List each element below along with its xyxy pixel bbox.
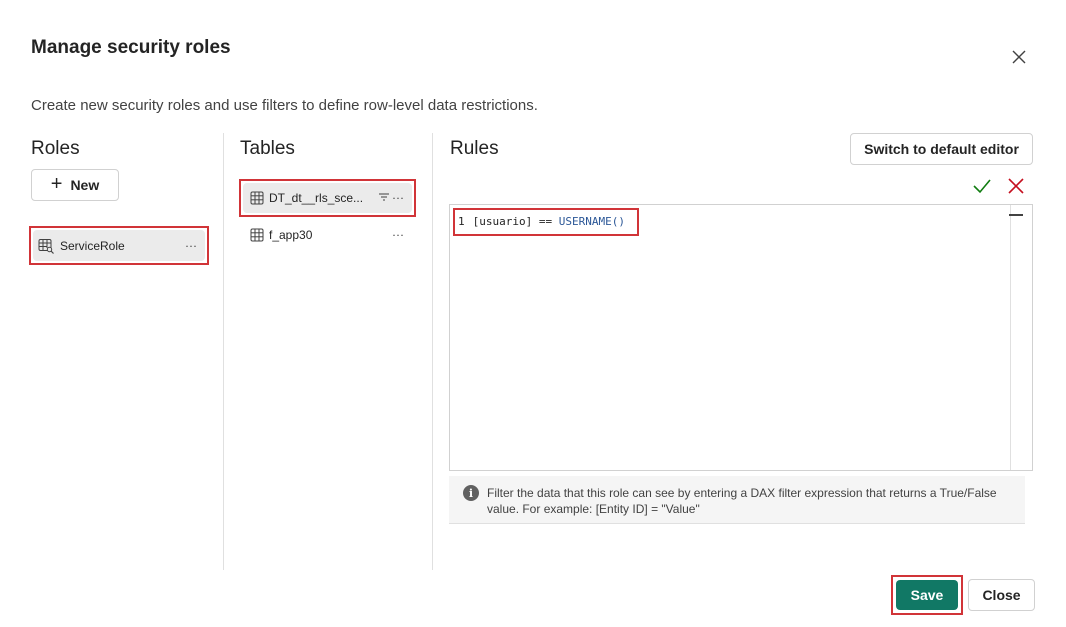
divider-roles-tables [223, 133, 224, 570]
dax-expression-editor[interactable]: 1 [usuario] == USERNAME() [449, 204, 1033, 471]
info-message-bar: i Filter the data that this role can see… [449, 476, 1025, 524]
checkmark-icon[interactable] [971, 176, 993, 196]
dialog-title: Manage security roles [31, 37, 231, 58]
editor-scrollbar[interactable] [1010, 205, 1011, 470]
info-icon: i [463, 485, 479, 501]
save-button[interactable]: Save [896, 580, 958, 610]
new-role-button[interactable]: + New [31, 169, 119, 201]
role-item-label: ServiceRole [60, 238, 125, 253]
editor-minimap-marker [1009, 214, 1023, 216]
table-icon [250, 191, 264, 205]
info-message-text: Filter the data that this role can see b… [487, 486, 997, 516]
dialog-subtitle: Create new security roles and use filter… [31, 97, 538, 114]
rules-heading: Rules [450, 138, 499, 159]
divider-tables-rules [432, 133, 433, 570]
more-options-icon[interactable]: ··· [392, 190, 404, 204]
table-key-icon [38, 238, 54, 254]
table-item-label: DT_dt__rls_sce... [269, 191, 364, 205]
plus-icon: + [50, 173, 63, 195]
filter-icon [379, 193, 389, 201]
more-options-icon[interactable]: ··· [185, 238, 197, 252]
switch-to-default-editor-button[interactable]: Switch to default editor [850, 133, 1033, 165]
new-role-label: New [70, 177, 100, 193]
role-item-servicerole[interactable]: ServiceRole ··· [33, 230, 205, 261]
more-options-icon[interactable]: ··· [392, 227, 404, 241]
close-icon[interactable] [1008, 46, 1030, 68]
tables-heading: Tables [240, 138, 295, 159]
table-item-label: f_app30 [269, 228, 313, 242]
highlight-box-rule [453, 208, 639, 236]
manage-security-roles-dialog: Manage security roles Create new securit… [0, 0, 1066, 627]
table-item-f-app30[interactable]: f_app30 ··· [243, 220, 412, 250]
close-button[interactable]: Close [968, 579, 1035, 611]
table-icon [250, 228, 264, 242]
table-item-dt-rls[interactable]: DT_dt__rls_sce... ··· [243, 183, 412, 213]
dismiss-icon[interactable] [1007, 177, 1025, 195]
roles-heading: Roles [31, 138, 80, 159]
